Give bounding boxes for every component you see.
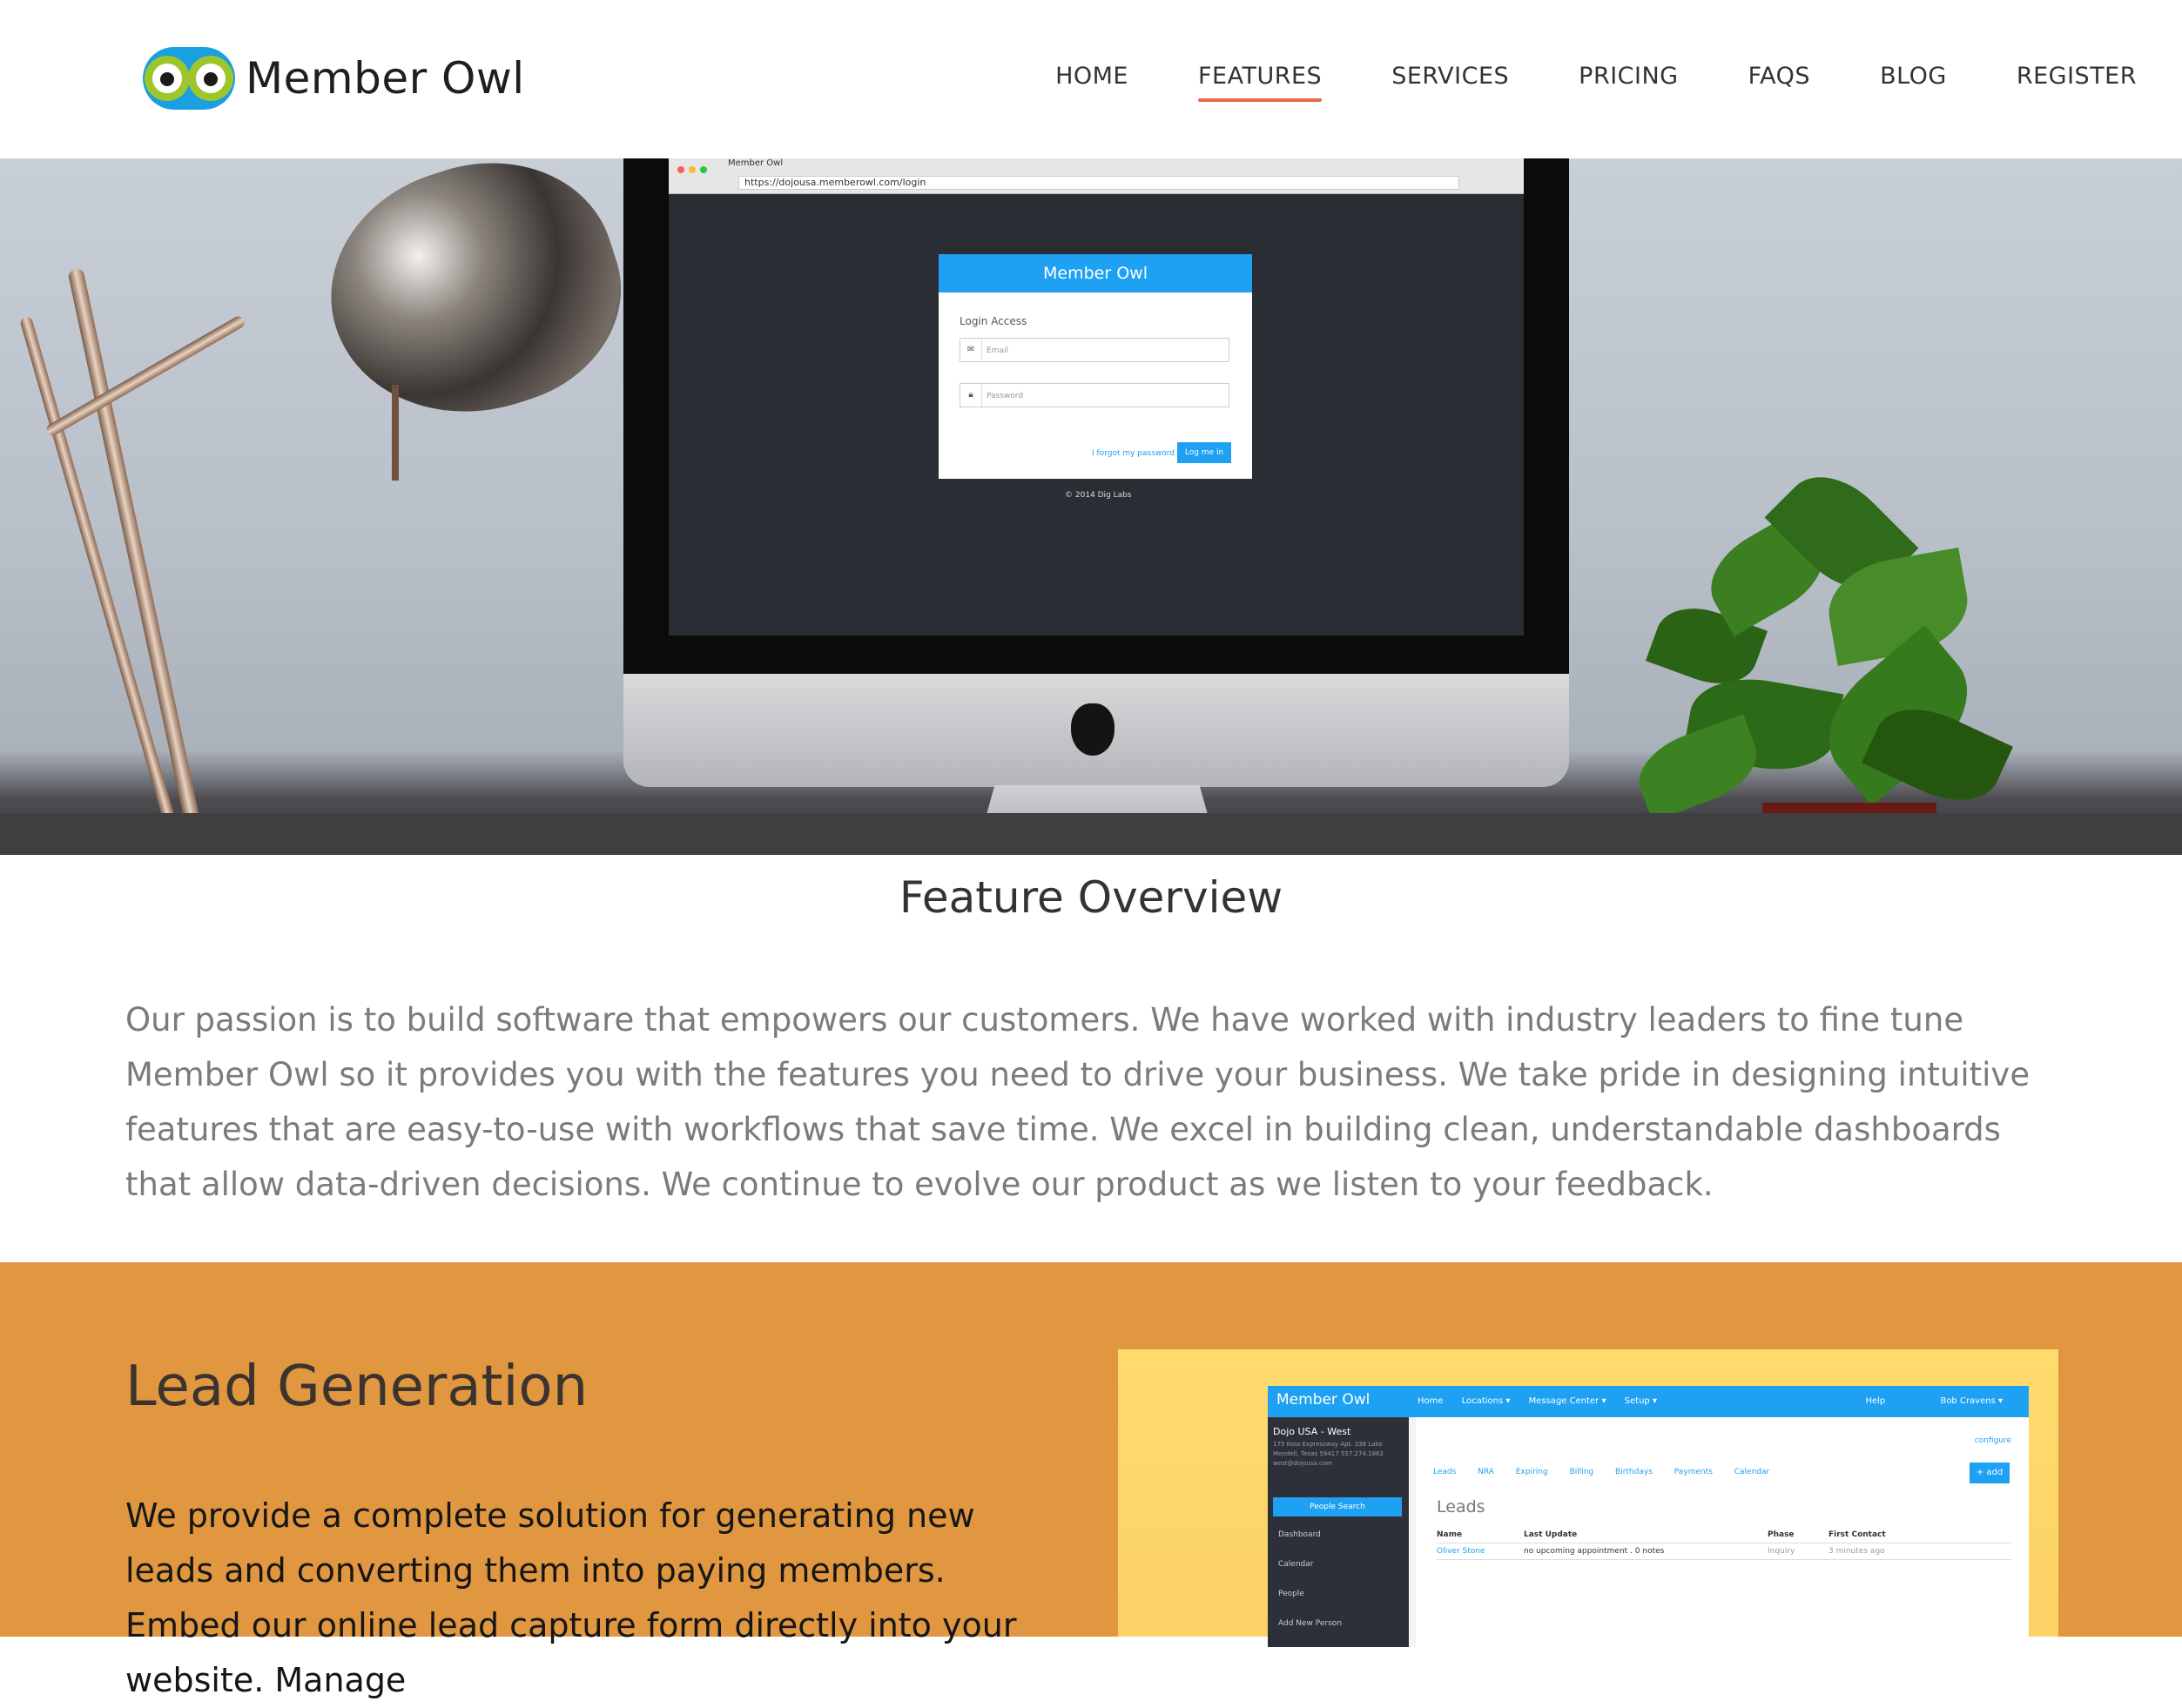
login-button: Log me in [1177, 442, 1231, 463]
people-search-button: People Search [1273, 1497, 1402, 1516]
browser-bar: Member Owl https://dojousa.memberowl.com… [669, 158, 1524, 194]
sidebar-item-calendar: Calendar [1278, 1560, 1314, 1569]
nav-home[interactable]: HOME [1055, 63, 1128, 97]
nav-services[interactable]: SERVICES [1391, 63, 1509, 97]
tab-leads: Leads [1433, 1468, 1457, 1476]
sidebar-title: Dojo USA - West [1273, 1426, 1351, 1437]
browser-url: https://dojousa.memberowl.com/login [738, 176, 1459, 190]
app-tabs: Leads NRA Expiring Billing Birthdays Pay… [1433, 1468, 1788, 1476]
email-field: ✉ Email [960, 338, 1229, 362]
login-label: Login Access [960, 315, 1027, 327]
desk [0, 813, 2182, 855]
password-field: 🔒︎ Password [960, 383, 1229, 407]
logo[interactable]: Member Owl [138, 45, 525, 111]
app-screenshot: Member Owl Home Locations ▾ Message Cent… [1268, 1386, 2029, 1647]
sidebar-item-add-person: Add New Person [1278, 1619, 1343, 1628]
copyright-text: © 2014 Dig Labs [1065, 491, 1132, 500]
lead-screenshot: Member Owl Home Locations ▾ Message Cent… [1118, 1349, 2058, 1647]
sidebar-address: 175 Koss Expressway Apt. 338 Lake Mendel… [1273, 1441, 1384, 1467]
lead-generation-section: Lead Generation We provide a complete so… [0, 1262, 2182, 1699]
tab-expiring: Expiring [1515, 1468, 1548, 1476]
lamp-arm-upper [44, 313, 247, 439]
nav-register[interactable]: REGISTER [2017, 63, 2137, 97]
tab-calendar: Calendar [1734, 1468, 1770, 1476]
nav-blog[interactable]: BLOG [1880, 63, 1947, 97]
hero-image: Member Owl https://dojousa.memberowl.com… [0, 158, 2182, 855]
leads-heading: Leads [1437, 1497, 1485, 1516]
table-row: Oliver Stone no upcoming appointment . 0… [1437, 1543, 2011, 1560]
browser-tab: Member Owl [728, 158, 784, 168]
tab-payments: Payments [1674, 1468, 1713, 1476]
apple-logo-icon [1071, 703, 1115, 756]
feature-overview-text: Our passion is to build software that em… [125, 1001, 2030, 1203]
nav-pricing[interactable]: PRICING [1579, 63, 1678, 97]
main-nav: HOME FEATURES SERVICES PRICING FAQS BLOG… [986, 63, 2137, 102]
logo-text: Member Owl [246, 53, 525, 104]
lamp-rod [392, 385, 399, 481]
login-card-title: Member Owl [939, 254, 1252, 293]
monitor-screen: Member Owl https://dojousa.memberowl.com… [669, 158, 1524, 635]
app-main: configure Leads NRA Expiring Billing Bir… [1416, 1417, 2029, 1647]
lead-generation-text: We provide a complete solution for gener… [125, 1496, 1017, 1699]
nav-features[interactable]: FEATURES [1198, 63, 1323, 102]
login-card: Member Owl Login Access ✉ Email 🔒︎ Passw… [939, 254, 1252, 479]
site-header: Member Owl HOME FEATURES SERVICES PRICIN… [0, 0, 2182, 158]
app-sidebar: Dojo USA - West 175 Koss Expressway Apt.… [1268, 1417, 1409, 1647]
lamp-head [300, 158, 650, 450]
lock-icon: 🔒︎ [960, 384, 982, 407]
app-topbar: Member Owl Home Locations ▾ Message Cent… [1268, 1386, 2029, 1417]
envelope-icon: ✉ [960, 339, 982, 361]
tab-billing: Billing [1569, 1468, 1594, 1476]
add-button: + add [1970, 1463, 2010, 1483]
sidebar-item-dashboard: Dashboard [1278, 1530, 1321, 1539]
app-user-menu: Help Bob Cravens ▾ [1865, 1396, 2003, 1406]
lead-generation-title: Lead Generation [125, 1355, 589, 1419]
nav-faqs[interactable]: FAQS [1748, 63, 1810, 97]
owl-logo-icon [138, 47, 240, 110]
app-nav: Home Locations ▾ Message Center ▾ Setup … [1418, 1396, 1657, 1406]
tab-birthdays: Birthdays [1615, 1468, 1653, 1476]
tab-nra: NRA [1478, 1468, 1494, 1476]
sidebar-item-people: People [1278, 1590, 1304, 1598]
forgot-password-link: I forgot my password [1092, 449, 1175, 458]
app-logo: Member Owl [1276, 1391, 1370, 1409]
leads-table: Name Last Update Phase First Contact Oli… [1437, 1527, 2011, 1560]
feature-overview-title: Feature Overview [899, 872, 1283, 923]
configure-link: configure [1974, 1436, 2011, 1445]
